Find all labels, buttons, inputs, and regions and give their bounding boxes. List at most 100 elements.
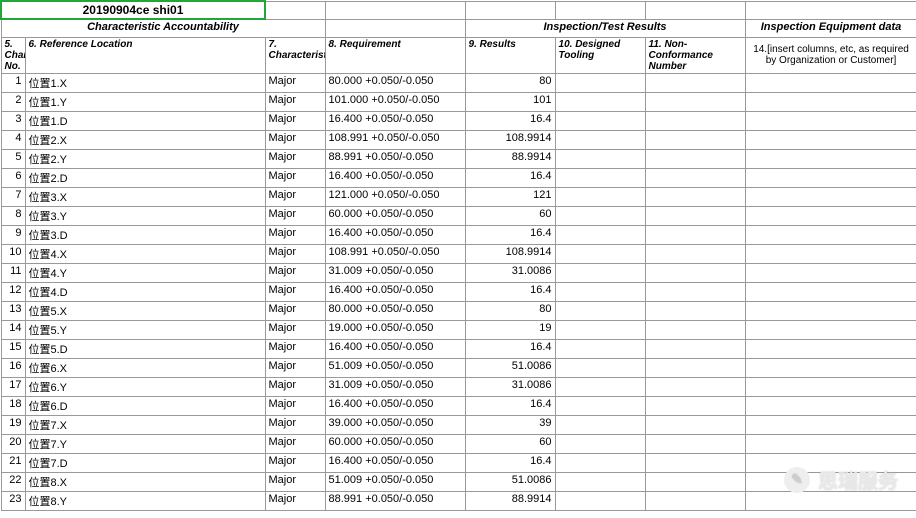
cell-nonconf[interactable] <box>645 282 745 301</box>
cell-char-no[interactable]: 4 <box>1 130 25 149</box>
cell-char-no[interactable]: 1 <box>1 73 25 92</box>
cell-results[interactable]: 16.4 <box>465 282 555 301</box>
table-row[interactable]: 12位置4.DMajor16.400 +0.050/-0.05016.4 <box>1 282 916 301</box>
cell-char-no[interactable]: 20 <box>1 434 25 453</box>
table-row[interactable]: 1位置1.XMajor80.000 +0.050/-0.05080 <box>1 73 916 92</box>
cell-nonconf[interactable] <box>645 244 745 263</box>
cell-equipment[interactable] <box>745 225 916 244</box>
cell-requirement[interactable]: 16.400 +0.050/-0.050 <box>325 282 465 301</box>
cell-results[interactable]: 51.0086 <box>465 472 555 491</box>
cell-equipment[interactable] <box>745 187 916 206</box>
empty-cell[interactable] <box>325 1 465 19</box>
cell-designed-tooling[interactable] <box>555 92 645 111</box>
cell-designed-tooling[interactable] <box>555 358 645 377</box>
table-row[interactable]: 8位置3.YMajor60.000 +0.050/-0.05060 <box>1 206 916 225</box>
table-row[interactable]: 19位置7.XMajor39.000 +0.050/-0.05039 <box>1 415 916 434</box>
cell-nonconf[interactable] <box>645 206 745 225</box>
cell-designed-tooling[interactable] <box>555 415 645 434</box>
cell-designed-tooling[interactable] <box>555 491 645 510</box>
cell-characteristic[interactable]: Major <box>265 92 325 111</box>
cell-char-no[interactable]: 9 <box>1 225 25 244</box>
cell-results[interactable]: 108.9914 <box>465 244 555 263</box>
cell-ref-loc[interactable]: 位置2.Y <box>25 149 265 168</box>
cell-char-no[interactable]: 19 <box>1 415 25 434</box>
table-row[interactable]: 17位置6.YMajor31.009 +0.050/-0.05031.0086 <box>1 377 916 396</box>
cell-nonconf[interactable] <box>645 339 745 358</box>
cell-equipment[interactable] <box>745 168 916 187</box>
cell-results[interactable]: 80 <box>465 301 555 320</box>
cell-char-no[interactable]: 8 <box>1 206 25 225</box>
cell-char-no[interactable]: 23 <box>1 491 25 510</box>
cell-equipment[interactable] <box>745 472 916 491</box>
table-row[interactable]: 10位置4.XMajor108.991 +0.050/-0.050108.991… <box>1 244 916 263</box>
cell-equipment[interactable] <box>745 130 916 149</box>
cell-results[interactable]: 16.4 <box>465 453 555 472</box>
cell-equipment[interactable] <box>745 339 916 358</box>
cell-nonconf[interactable] <box>645 472 745 491</box>
empty-cell[interactable] <box>555 1 645 19</box>
cell-designed-tooling[interactable] <box>555 225 645 244</box>
cell-requirement[interactable]: 16.400 +0.050/-0.050 <box>325 225 465 244</box>
cell-designed-tooling[interactable] <box>555 73 645 92</box>
cell-requirement[interactable]: 60.000 +0.050/-0.050 <box>325 206 465 225</box>
cell-results[interactable]: 60 <box>465 434 555 453</box>
cell-results[interactable]: 60 <box>465 206 555 225</box>
cell-equipment[interactable] <box>745 358 916 377</box>
cell-requirement[interactable]: 121.000 +0.050/-0.050 <box>325 187 465 206</box>
table-row[interactable]: 15位置5.DMajor16.400 +0.050/-0.05016.4 <box>1 339 916 358</box>
cell-requirement[interactable]: 31.009 +0.050/-0.050 <box>325 377 465 396</box>
table-row[interactable]: 22位置8.XMajor51.009 +0.050/-0.05051.0086 <box>1 472 916 491</box>
cell-designed-tooling[interactable] <box>555 168 645 187</box>
cell-results[interactable]: 88.9914 <box>465 491 555 510</box>
table-row[interactable]: 18位置6.DMajor16.400 +0.050/-0.05016.4 <box>1 396 916 415</box>
cell-characteristic[interactable]: Major <box>265 187 325 206</box>
cell-equipment[interactable] <box>745 263 916 282</box>
table-row[interactable]: 9位置3.DMajor16.400 +0.050/-0.05016.4 <box>1 225 916 244</box>
cell-equipment[interactable] <box>745 111 916 130</box>
cell-ref-loc[interactable]: 位置7.X <box>25 415 265 434</box>
cell-designed-tooling[interactable] <box>555 130 645 149</box>
cell-equipment[interactable] <box>745 415 916 434</box>
cell-characteristic[interactable]: Major <box>265 320 325 339</box>
cell-characteristic[interactable]: Major <box>265 472 325 491</box>
cell-ref-loc[interactable]: 位置1.Y <box>25 92 265 111</box>
cell-characteristic[interactable]: Major <box>265 377 325 396</box>
cell-equipment[interactable] <box>745 92 916 111</box>
cell-char-no[interactable]: 12 <box>1 282 25 301</box>
cell-results[interactable]: 16.4 <box>465 339 555 358</box>
cell-designed-tooling[interactable] <box>555 453 645 472</box>
cell-designed-tooling[interactable] <box>555 301 645 320</box>
cell-designed-tooling[interactable] <box>555 111 645 130</box>
cell-char-no[interactable]: 21 <box>1 453 25 472</box>
cell-nonconf[interactable] <box>645 263 745 282</box>
cell-characteristic[interactable]: Major <box>265 149 325 168</box>
cell-nonconf[interactable] <box>645 168 745 187</box>
cell-characteristic[interactable]: Major <box>265 282 325 301</box>
cell-requirement[interactable]: 16.400 +0.050/-0.050 <box>325 453 465 472</box>
selected-cell[interactable]: 20190904ce shi01 <box>1 1 265 19</box>
cell-ref-loc[interactable]: 位置2.D <box>25 168 265 187</box>
cell-requirement[interactable]: 80.000 +0.050/-0.050 <box>325 73 465 92</box>
table-row[interactable]: 5位置2.YMajor88.991 +0.050/-0.05088.9914 <box>1 149 916 168</box>
cell-results[interactable]: 31.0086 <box>465 263 555 282</box>
cell-characteristic[interactable]: Major <box>265 168 325 187</box>
cell-results[interactable]: 39 <box>465 415 555 434</box>
cell-characteristic[interactable]: Major <box>265 415 325 434</box>
cell-requirement[interactable]: 19.000 +0.050/-0.050 <box>325 320 465 339</box>
cell-results[interactable]: 101 <box>465 92 555 111</box>
cell-characteristic[interactable]: Major <box>265 206 325 225</box>
cell-ref-loc[interactable]: 位置5.X <box>25 301 265 320</box>
cell-results[interactable]: 16.4 <box>465 225 555 244</box>
cell-designed-tooling[interactable] <box>555 206 645 225</box>
cell-ref-loc[interactable]: 位置7.D <box>25 453 265 472</box>
cell-equipment[interactable] <box>745 244 916 263</box>
cell-results[interactable]: 121 <box>465 187 555 206</box>
cell-nonconf[interactable] <box>645 434 745 453</box>
cell-ref-loc[interactable]: 位置6.X <box>25 358 265 377</box>
cell-requirement[interactable]: 16.400 +0.050/-0.050 <box>325 168 465 187</box>
cell-nonconf[interactable] <box>645 377 745 396</box>
cell-characteristic[interactable]: Major <box>265 73 325 92</box>
cell-results[interactable]: 31.0086 <box>465 377 555 396</box>
cell-nonconf[interactable] <box>645 453 745 472</box>
cell-requirement[interactable]: 80.000 +0.050/-0.050 <box>325 301 465 320</box>
